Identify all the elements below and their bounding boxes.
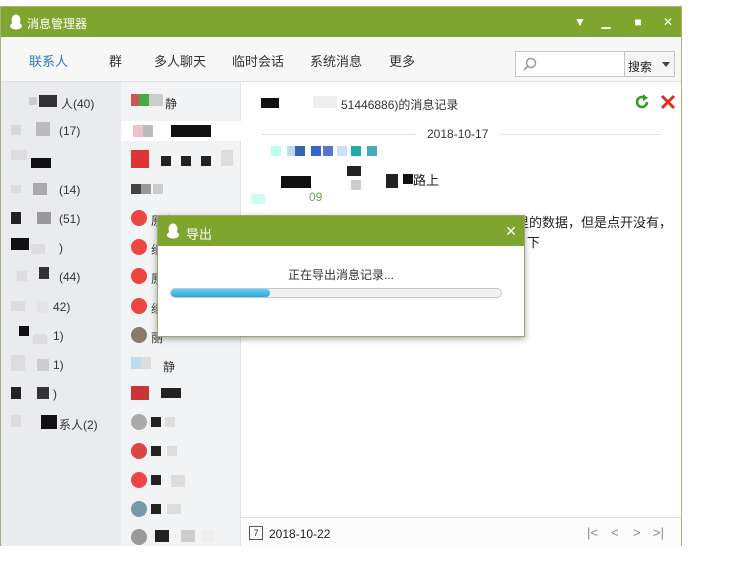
group-item[interactable] [11, 150, 121, 170]
group-item[interactable]: 42) [11, 297, 121, 317]
record-date: 2018-10-17 [415, 127, 501, 141]
avatar [131, 443, 147, 459]
dropdown-button[interactable]: ▼ [571, 13, 589, 31]
avatar [131, 529, 147, 545]
friend-item[interactable] [131, 528, 236, 548]
friend-item[interactable] [131, 180, 236, 200]
minimize-button[interactable]: ▁ [597, 13, 615, 31]
group-item[interactable]: (17) [11, 121, 121, 141]
message-text: 路上 [413, 173, 440, 188]
export-progress-fill [171, 289, 270, 297]
qq-penguin-icon [167, 223, 179, 239]
friend-item[interactable]: 静 [131, 355, 236, 375]
group-item[interactable]: 1) [11, 355, 121, 375]
friend-item-selected[interactable] [121, 121, 241, 141]
record-title: 51446886)的消息记录 [341, 98, 459, 112]
avatar [131, 501, 147, 517]
friend-item[interactable] [131, 471, 236, 491]
last-page-button[interactable]: >| [653, 525, 664, 540]
group-item[interactable]: 人(40) [11, 92, 121, 112]
dialog-title: 导出 [186, 227, 213, 242]
group-item[interactable]: ) [11, 238, 121, 258]
nav-bar: 联系人 群 多人聊天 临时会话 系统消息 更多 搜索 [1, 37, 681, 82]
group-item[interactable]: 系人(2) [11, 413, 121, 433]
search-dropdown-icon[interactable] [662, 62, 670, 67]
search-button-label: 搜索 [628, 60, 653, 74]
dialog-close-button[interactable]: ✕ [502, 222, 520, 240]
friend-item[interactable] [131, 442, 236, 462]
avatar [131, 210, 147, 226]
prev-page-button[interactable]: < [611, 525, 619, 540]
record-footer: 7 2018-10-22 |< < > >| [241, 517, 681, 548]
friend-item[interactable] [131, 413, 236, 433]
delete-icon[interactable] [659, 93, 677, 111]
group-item[interactable]: (14) [11, 180, 121, 200]
tab-contacts[interactable]: 联系人 [29, 51, 68, 70]
next-page-button[interactable]: > [633, 525, 641, 540]
title-bar[interactable]: 消息管理器 ▼ ▁ ■ ✕ [1, 7, 681, 37]
export-progress-bar [170, 288, 502, 298]
message-time: 09 [309, 190, 323, 204]
export-dialog: 导出 ✕ 正在导出消息记录... [157, 215, 525, 337]
avatar [131, 298, 147, 314]
friend-item[interactable] [131, 150, 236, 170]
group-item[interactable]: ) [11, 384, 121, 404]
search-input[interactable] [542, 55, 624, 75]
avatar [131, 239, 147, 255]
group-item[interactable]: 1) [11, 326, 121, 346]
avatar [131, 268, 147, 284]
tab-groups[interactable]: 群 [109, 51, 122, 70]
search-box [515, 51, 625, 77]
message-text: 下 [527, 235, 541, 250]
window-title: 消息管理器 [27, 17, 88, 31]
tab-temp-session[interactable]: 临时会话 [232, 51, 284, 70]
close-button[interactable]: ✕ [659, 13, 677, 31]
search-icon [523, 57, 537, 71]
friend-item[interactable]: 静 [131, 92, 236, 112]
calendar-icon[interactable]: 7 [249, 526, 263, 540]
tab-system-messages[interactable]: 系统消息 [310, 51, 362, 70]
qq-penguin-icon [10, 14, 22, 30]
group-item[interactable]: (44) [11, 267, 121, 287]
first-page-button[interactable]: |< [587, 525, 598, 540]
maximize-button[interactable]: ■ [629, 13, 647, 31]
friend-item[interactable] [131, 500, 236, 520]
refresh-icon[interactable] [633, 93, 651, 111]
avatar [131, 414, 147, 430]
tab-more[interactable]: 更多 [389, 51, 415, 70]
group-item[interactable]: (51) [11, 209, 121, 229]
friend-item[interactable] [131, 384, 236, 404]
tab-multi-chat[interactable]: 多人聊天 [154, 51, 206, 70]
avatar [131, 472, 147, 488]
group-list: 人(40) (17) (14) (51) ) (44) 42) 1) 1)) … [1, 82, 121, 546]
search-button[interactable]: 搜索 [625, 51, 675, 77]
avatar [131, 327, 147, 343]
footer-date: 2018-10-22 [269, 527, 331, 541]
export-status: 正在导出消息记录... [288, 268, 395, 282]
dialog-title-bar[interactable]: 导出 ✕ [158, 216, 524, 246]
